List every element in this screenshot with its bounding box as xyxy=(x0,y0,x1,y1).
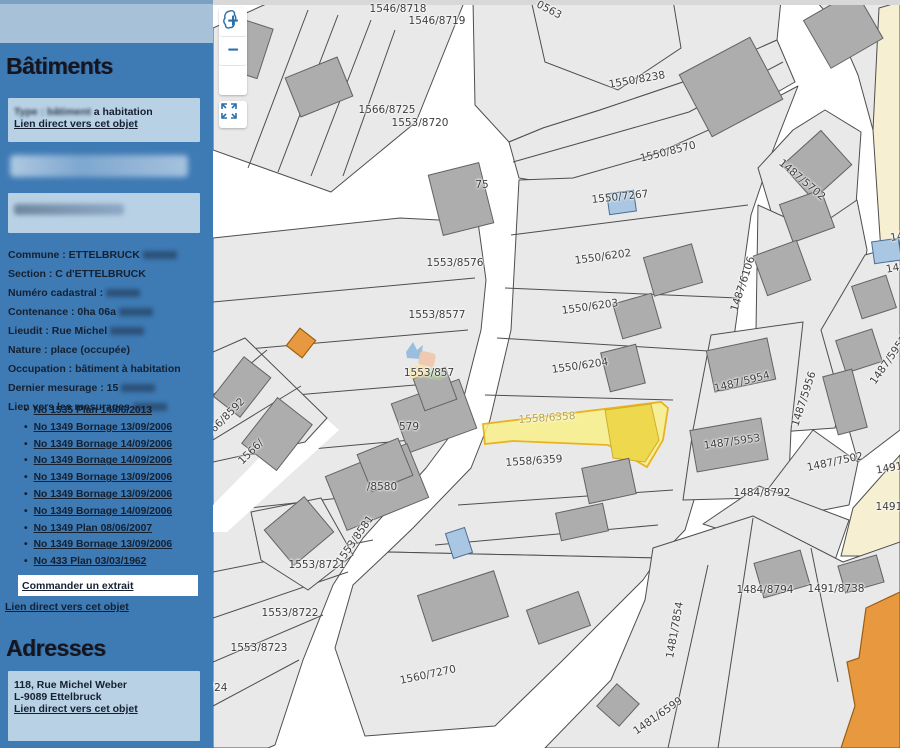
parcel-field: Occupation : bâtiment à habitation xyxy=(8,360,208,379)
measurement-links-list: No 1535 Plan 14/06/2013 No 1349 Bornage 1… xyxy=(24,405,209,573)
blue-building-2 xyxy=(872,238,900,264)
map-top-edge xyxy=(213,0,900,5)
cadastral-viewer: Bâtiments Type : bâtiment a habitation L… xyxy=(0,0,900,748)
parcel-attributes: Commune : ETTELBRUCKSection : C d'ETTELB… xyxy=(8,246,208,417)
luxembourg-extent-button[interactable] xyxy=(219,66,247,95)
zoom-out-button[interactable]: − xyxy=(219,37,247,66)
info-sidebar: Bâtiments Type : bâtiment a habitation L… xyxy=(0,0,213,748)
fullscreen-button[interactable] xyxy=(219,101,247,128)
measurement-link[interactable]: No 1349 Bornage 13/09/2006 xyxy=(34,539,173,550)
measurement-link-item: No 1349 Bornage 13/09/2006 xyxy=(24,422,209,439)
parcel-field: Contenance : 0ha 06a xyxy=(8,303,208,322)
parcel-field: Numéro cadastral : xyxy=(8,284,208,303)
measurement-link-item: No 1349 Bornage 13/09/2006 xyxy=(24,539,209,556)
measurement-link-item: No 433 Plan 03/03/1962 xyxy=(24,556,209,573)
redacted-value xyxy=(106,289,140,297)
measurement-link[interactable]: No 1349 Bornage 13/09/2006 xyxy=(34,472,173,483)
measurement-link[interactable]: No 1349 Bornage 14/09/2006 xyxy=(34,455,173,466)
measurement-link[interactable]: No 1349 Plan 08/06/2007 xyxy=(34,523,153,534)
measurement-link[interactable]: No 1349 Bornage 14/09/2006 xyxy=(34,439,173,450)
redacted-parcel-heading xyxy=(10,155,188,177)
expand-arrows-icon xyxy=(219,101,239,121)
sidebar-top-band xyxy=(0,0,213,43)
measurement-link[interactable]: No 1349 Bornage 13/09/2006 xyxy=(34,422,173,433)
selected-building[interactable] xyxy=(605,404,659,462)
measurement-link-item: No 1349 Bornage 14/09/2006 xyxy=(24,506,209,523)
redacted-parcel-line xyxy=(14,204,124,215)
redacted-parcel-box xyxy=(8,193,200,233)
measurement-link-item: No 1349 Bornage 14/09/2006 xyxy=(24,439,209,456)
redacted-value xyxy=(119,308,153,316)
cadastral-map[interactable] xyxy=(213,0,900,748)
measurement-link[interactable]: No 433 Plan 03/03/1962 xyxy=(34,556,147,567)
redacted-type-prefix: Type : bâtiment xyxy=(14,106,91,118)
map-area[interactable]: 1546/87181546/87190563751550/82381550/85… xyxy=(213,0,900,748)
address-box: 118, Rue Michel Weber L-9089 Ettelbruck … xyxy=(8,671,200,741)
address-direct-link[interactable]: Lien direct vers cet objet xyxy=(14,703,138,715)
blue-building-1 xyxy=(607,190,637,215)
parcel-field: Lieudit : Rue Michel xyxy=(8,322,208,341)
sidebar-panel: Bâtiments Type : bâtiment a habitation L… xyxy=(0,43,213,748)
adresses-title: Adresses xyxy=(6,635,106,662)
measurement-link[interactable]: No 1535 Plan 14/06/2013 xyxy=(34,405,153,416)
redacted-value xyxy=(110,327,144,335)
building-direct-link[interactable]: Lien direct vers cet objet xyxy=(14,118,138,130)
address-line2: L-9089 Ettelbruck xyxy=(14,691,194,703)
measurement-link-item: No 1349 Plan 08/06/2007 xyxy=(24,523,209,540)
measurement-link-item: No 1349 Bornage 14/09/2006 xyxy=(24,455,209,472)
measurement-link[interactable]: No 1349 Bornage 13/09/2006 xyxy=(34,489,173,500)
building-type-line: Type : bâtiment a habitation xyxy=(14,106,194,118)
parcel-field: Dernier mesurage : 15 xyxy=(8,379,208,398)
parcel-field: Commune : ETTELBRUCK xyxy=(8,246,208,265)
map-zoom-controls: + − xyxy=(219,8,247,95)
parcel-direct-link[interactable]: Lien direct vers cet objet xyxy=(5,601,129,613)
luxembourg-outline-icon xyxy=(219,8,241,30)
redacted-value xyxy=(121,384,155,392)
address-line1: 118, Rue Michel Weber xyxy=(14,679,194,691)
measurement-link-item: No 1349 Bornage 13/09/2006 xyxy=(24,472,209,489)
batiments-title: Bâtiments xyxy=(6,53,113,80)
building-type-box: Type : bâtiment a habitation Lien direct… xyxy=(8,98,200,142)
measurement-link-item: No 1535 Plan 14/06/2013 xyxy=(24,405,209,422)
measurement-link-item: No 1349 Bornage 13/09/2006 xyxy=(24,489,209,506)
parcel-field: Nature : place (occupée) xyxy=(8,341,208,360)
measurement-link[interactable]: No 1349 Bornage 14/09/2006 xyxy=(34,506,173,517)
order-extract-button[interactable]: Commander un extrait xyxy=(18,575,198,596)
redacted-value xyxy=(143,251,177,259)
parcel-field: Section : C d'ETTELBRUCK xyxy=(8,265,208,284)
